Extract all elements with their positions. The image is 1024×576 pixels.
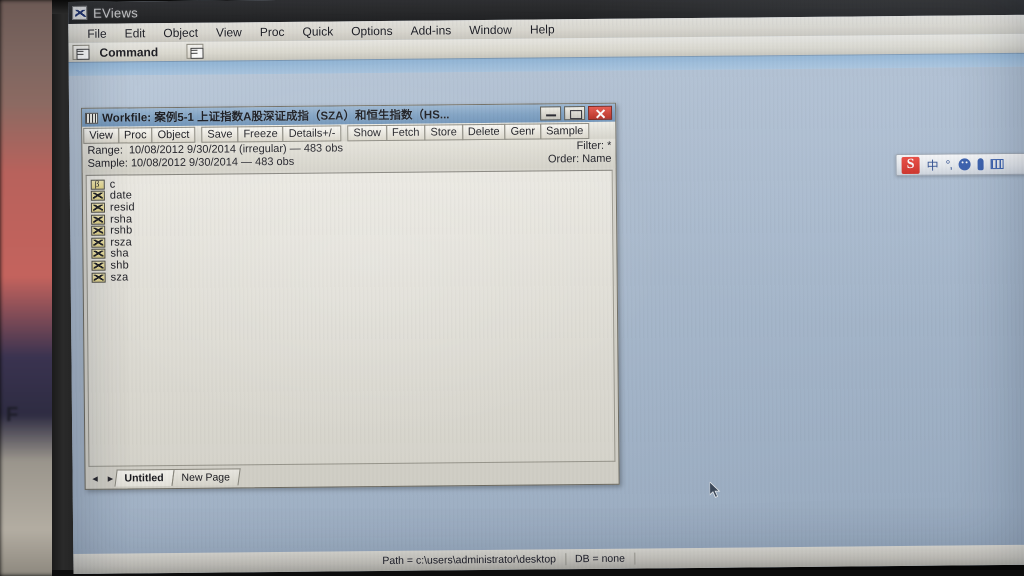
mdi-client-area: Workfile: 案例5-1 上证指数A股深证成指（SZA）和恒生指数（HS.… xyxy=(68,66,1024,554)
restore-icon[interactable] xyxy=(564,106,586,121)
object-name: rsha xyxy=(110,212,133,226)
ime-language-mode[interactable]: 中 xyxy=(927,156,939,173)
workfile-button-fetch[interactable]: Fetch xyxy=(385,124,426,141)
series-icon xyxy=(91,237,106,248)
emoji-icon[interactable] xyxy=(958,158,971,171)
menu-item-window[interactable]: Window xyxy=(460,22,521,37)
minimize-icon[interactable] xyxy=(540,106,562,121)
command-window-icon-secondary[interactable] xyxy=(186,43,204,59)
menu-item-file[interactable]: File xyxy=(78,26,115,40)
menu-item-object[interactable]: Object xyxy=(154,25,207,40)
menu-item-view[interactable]: View xyxy=(207,25,251,39)
menu-item-options[interactable]: Options xyxy=(342,23,401,38)
workfile-info-panel: Range: 10/08/2012 9/30/2014 (irregular) … xyxy=(82,138,616,173)
sample-label: Sample: xyxy=(87,157,128,170)
workfile-button-show[interactable]: Show xyxy=(347,124,388,142)
series-icon xyxy=(91,214,106,225)
workfile-button-sample[interactable]: Sample xyxy=(539,123,590,140)
menu-item-proc[interactable]: Proc xyxy=(251,24,294,38)
punctuation-icon[interactable]: °, xyxy=(946,158,952,172)
menu-item-help[interactable]: Help xyxy=(521,22,564,36)
series-icon xyxy=(91,272,106,283)
object-name: c xyxy=(109,178,116,191)
workfile-button-details[interactable]: Details+/- xyxy=(282,125,342,142)
menu-item-add-ins[interactable]: Add-ins xyxy=(401,23,460,38)
workfile-button-genr[interactable]: Genr xyxy=(504,123,542,140)
status-path: Path = c:\users\administrator\desktop xyxy=(373,553,567,568)
status-cell-blank xyxy=(73,561,374,564)
workfile-button-delete[interactable]: Delete xyxy=(461,123,506,141)
order-label[interactable]: Order: Name xyxy=(548,153,612,166)
workfile-window: Workfile: 案例5-1 上证指数A股深证成指（SZA）和恒生指数（HS.… xyxy=(81,102,620,490)
soft-keyboard-icon[interactable] xyxy=(990,159,1004,170)
workfile-button-save[interactable]: Save xyxy=(201,126,239,143)
object-name: sza xyxy=(110,270,129,284)
sample-value: 10/08/2012 9/30/2014 — 483 obs xyxy=(130,155,295,170)
monitor-photo-scene: F EViews File Edit Object View Proc Quic… xyxy=(0,0,1024,576)
workfile-button-freeze[interactable]: Freeze xyxy=(237,125,284,143)
microphone-icon[interactable] xyxy=(977,158,984,171)
object-name: date xyxy=(109,189,133,202)
sogou-s-logo[interactable]: S xyxy=(901,156,920,174)
tab-nav-arrows[interactable]: ◄ ► xyxy=(91,474,117,487)
page-tab-label: New Page xyxy=(181,471,231,484)
workfile-button-proc[interactable]: Proc xyxy=(117,127,153,144)
series-icon xyxy=(91,225,106,236)
workfile-window-buttons xyxy=(540,105,613,121)
series-icon xyxy=(91,249,106,260)
monitor-screen: EViews File Edit Object View Proc Quick … xyxy=(68,0,1024,574)
workfile-button-store[interactable]: Store xyxy=(424,124,463,141)
app-title-text: EViews xyxy=(93,4,139,21)
page-tab-label: Untitled xyxy=(124,472,164,485)
mouse-cursor xyxy=(709,481,721,498)
series-icon xyxy=(90,202,106,213)
coefficient-icon xyxy=(90,179,105,190)
menu-item-edit[interactable]: Edit xyxy=(116,26,155,40)
eviews-application: EViews File Edit Object View Proc Quick … xyxy=(68,0,1024,574)
command-window-icon[interactable] xyxy=(72,44,90,60)
object-name: sha xyxy=(110,247,129,260)
series-icon xyxy=(91,260,106,271)
workfile-object-list[interactable]: c date resid rsha xyxy=(85,169,616,467)
page-tab-untitled[interactable]: Untitled xyxy=(114,468,176,487)
eviews-chart-icon xyxy=(72,5,88,20)
object-name: resid xyxy=(109,201,135,214)
command-toolbar-label: Command xyxy=(99,44,159,60)
menu-item-quick[interactable]: Quick xyxy=(293,24,342,38)
workfile-button-object[interactable]: Object xyxy=(151,126,196,144)
object-name: rshb xyxy=(110,224,133,237)
range-label: Range: xyxy=(87,144,123,157)
object-name: shb xyxy=(110,259,129,272)
workfile-button-view[interactable]: View xyxy=(83,127,120,144)
object-name: rsza xyxy=(110,236,132,249)
background-letter-f: F xyxy=(6,404,19,426)
series-icon xyxy=(90,191,105,202)
workfile-page-tabs: ◄ ► Untitled New Page xyxy=(88,464,615,487)
sogou-ime-toolbar[interactable]: S 中 °, xyxy=(895,152,1024,177)
workfile-grid-icon xyxy=(85,112,99,124)
close-icon[interactable] xyxy=(588,105,613,121)
status-db: DB = none xyxy=(565,552,635,566)
page-tab-new-page[interactable]: New Page xyxy=(171,468,242,487)
filter-label[interactable]: Filter: * xyxy=(577,140,612,152)
